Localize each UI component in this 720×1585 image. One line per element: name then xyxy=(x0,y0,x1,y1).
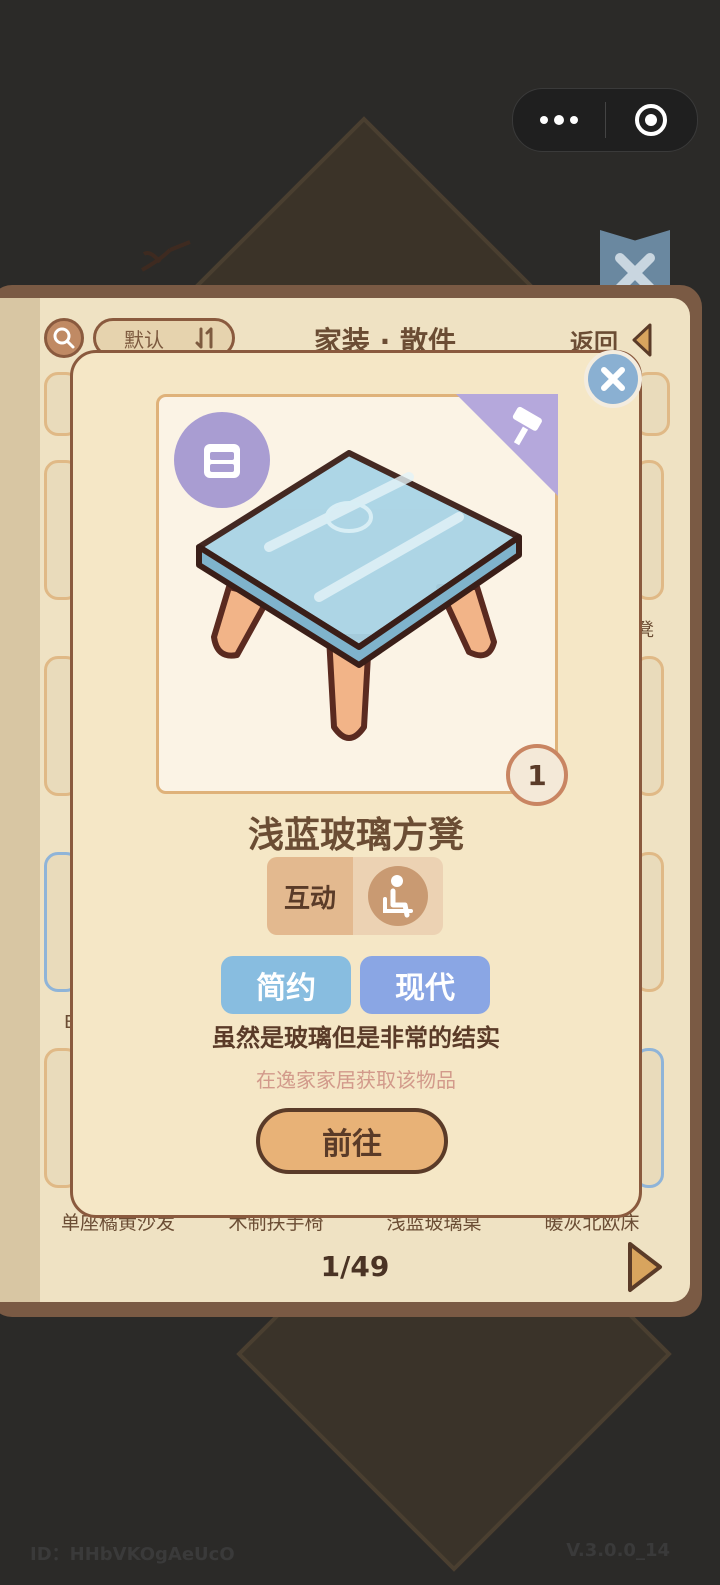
item-description: 虽然是玻璃但是非常的结实 xyxy=(212,1024,500,1052)
close-button[interactable] xyxy=(584,350,642,408)
back-arrow-icon xyxy=(632,323,652,357)
next-page-arrow-icon[interactable] xyxy=(626,1240,664,1294)
close-icon xyxy=(601,367,625,391)
style-tag: 简约 xyxy=(221,956,351,1014)
sit-icon xyxy=(368,866,428,926)
furniture-type-badge xyxy=(174,412,270,508)
item-source: 在逸家家居获取该物品 xyxy=(256,1068,456,1092)
target-circle-icon[interactable] xyxy=(606,89,698,151)
item-count-badge: 1 xyxy=(506,744,568,806)
sort-arrows-icon xyxy=(195,327,213,349)
book-spine xyxy=(0,298,40,1302)
paint-roller-icon xyxy=(512,406,542,446)
style-tag: 现代 xyxy=(360,956,490,1014)
interact-label: 互动 xyxy=(267,857,353,935)
search-button[interactable] xyxy=(44,318,84,358)
player-id: ID：HHbVKOgAeUcO xyxy=(30,1544,235,1565)
more-dots-icon[interactable] xyxy=(513,89,605,151)
item-name: 浅蓝玻璃方凳 xyxy=(247,815,464,856)
mini-program-capsule xyxy=(512,88,698,152)
version-label: V.3.0.0_14 xyxy=(566,1540,670,1561)
interact-badge: 互动 xyxy=(267,857,443,935)
search-icon xyxy=(53,327,75,349)
page-indicator: 1/49 xyxy=(320,1250,390,1283)
cabinet-icon xyxy=(204,444,240,478)
go-button[interactable]: 前往 xyxy=(256,1108,448,1174)
sort-label: 默认 xyxy=(124,327,164,352)
branch-decoration xyxy=(141,240,191,272)
